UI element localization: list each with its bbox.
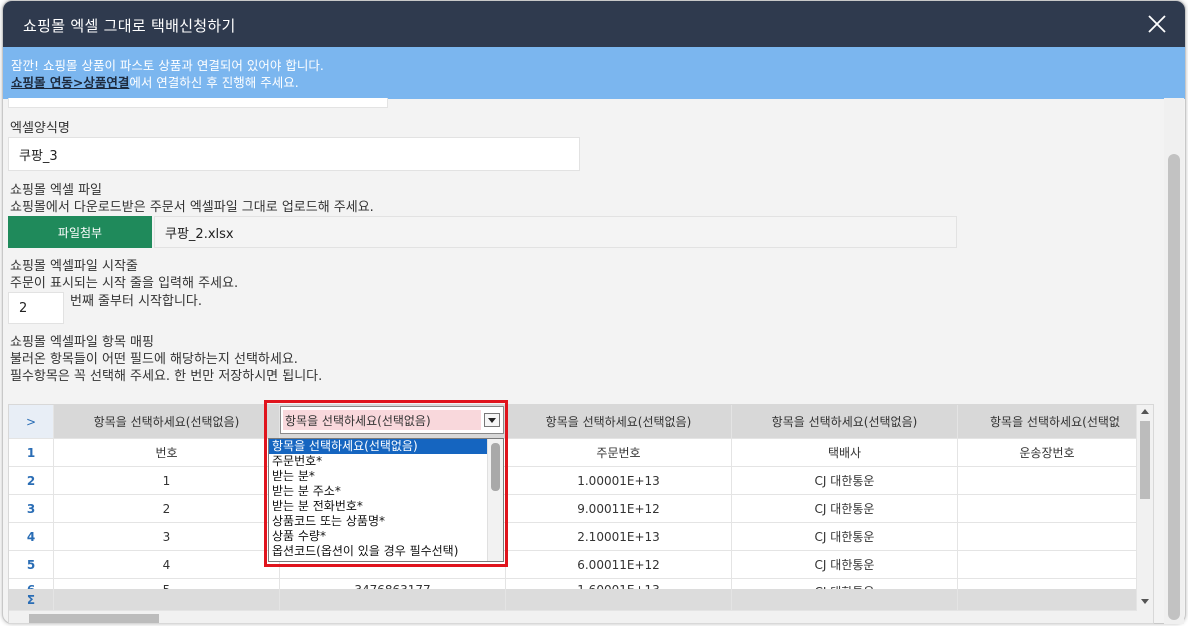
grid-horizontal-scrollbar[interactable] (9, 611, 1153, 623)
notice-line1: 잠깐! 쇼핑몰 상품이 파스토 상품과 연결되어 있어야 합니다. (11, 58, 324, 73)
notice-line2-text: 에서 연결하신 후 진행해 주세요. (129, 75, 299, 90)
mapping-description-1: 불러온 항목들이 어떤 필드에 해당하는지 선택하세요. (10, 352, 298, 367)
table-row: 4 3 2.10001E+13 CJ 대한통운 (9, 523, 1137, 551)
summary-row: Σ (9, 589, 1137, 611)
file-description: 쇼핑몰에서 다운로드받은 주문서 엑셀파일 그대로 업로드해 주세요. (10, 200, 374, 215)
cell: CJ 대한통운 (732, 467, 958, 495)
dropdown-option[interactable]: 항목을 선택하세요(선택없음) (269, 439, 503, 454)
sum-icon: Σ (9, 589, 54, 611)
mapping-description-2: 필수항목은 꼭 선택해 주세요. 한 번만 저장하시면 됩니다. (10, 369, 323, 384)
previous-field-partial (8, 98, 388, 108)
table-row: 2 1 1.00001E+13 CJ 대한통운 (9, 467, 1137, 495)
column-select-3[interactable]: 항목을 선택하세요(선택없음) (506, 405, 732, 439)
scroll-up-icon[interactable] (1141, 409, 1149, 414)
cell (958, 467, 1137, 495)
grid-header-row: > 항목을 선택하세요(선택없음) 항목을 선택하세요(선택없음) 항목을 선택… (9, 405, 1137, 439)
chevron-down-icon[interactable] (484, 413, 500, 427)
close-icon[interactable] (1143, 10, 1171, 38)
attach-file-button[interactable]: 파일첨부 (8, 216, 152, 248)
grid-horizontal-thumb[interactable] (29, 614, 159, 623)
cell: 6.00011E+12 (506, 551, 732, 579)
cell (958, 495, 1137, 523)
row-number: 3 (9, 495, 54, 523)
dialog-title: 쇼핑몰 엑셀 그대로 택배신청하기 (23, 17, 236, 35)
dialog-titlebar: 쇼핑몰 엑셀 그대로 택배신청하기 (3, 1, 1185, 47)
excel-name-label: 엑셀양식명 (10, 121, 70, 136)
dropdown-option[interactable]: 상품 수량* (269, 529, 503, 544)
scroll-down-icon[interactable] (1141, 599, 1149, 604)
dropdown-option[interactable]: 받는 분* (269, 469, 503, 484)
start-row-input[interactable]: 2 (8, 292, 64, 324)
table-row: 3 2 9.00011E+12 CJ 대한통운 (9, 495, 1137, 523)
cell: CJ 대한통운 (732, 523, 958, 551)
notice-line2: 쇼핑몰 연동>상품연결에서 연결하신 후 진행해 주세요. (11, 74, 1177, 91)
mapping-label: 쇼핑몰 엑셀파일 항목 매핑 (10, 335, 154, 350)
cell: 9.00011E+12 (506, 495, 732, 523)
cell: 2 (54, 495, 280, 523)
dropdown-option[interactable]: 주문번호* (269, 454, 503, 469)
notice-banner: 잠깐! 쇼핑몰 상품이 파스토 상품과 연결되어 있어야 합니다. 쇼핑몰 연동… (3, 47, 1185, 99)
start-row-label: 쇼핑몰 엑셀파일 시작줄 (10, 259, 138, 274)
cell: 주문번호 (506, 439, 732, 467)
sum-cell (54, 589, 280, 611)
file-label: 쇼핑몰 엑셀 파일 (10, 183, 102, 198)
grid-vertical-scrollbar[interactable] (1137, 405, 1153, 611)
column-select-1[interactable]: 항목을 선택하세요(선택없음) (54, 405, 280, 439)
excel-name-input[interactable]: 쿠팡_3 (8, 137, 580, 171)
dropdown-scrollbar[interactable] (487, 439, 503, 561)
cell: 1 (54, 467, 280, 495)
cell (958, 523, 1137, 551)
dialog-scrollbar-thumb[interactable] (1168, 154, 1180, 620)
column-select-4[interactable]: 항목을 선택하세요(선택없음) (732, 405, 958, 439)
dropdown-option[interactable]: 상품코드 또는 상품명* (269, 514, 503, 529)
cell: CJ 대한통운 (732, 551, 958, 579)
dropdown-scrollbar-thumb[interactable] (491, 443, 500, 491)
table-row: 5 4 6.00011E+12 CJ 대한통운 (9, 551, 1137, 579)
dropdown-current-value: 항목을 선택하세요(선택없음) (283, 410, 481, 430)
file-name-field: 쿠팡_2.xlsx (154, 216, 957, 248)
column-select-dropdown[interactable]: 항목을 선택하세요(선택없음) (280, 406, 504, 434)
cell: 1.00001E+13 (506, 467, 732, 495)
dropdown-option[interactable]: 옵션코드(옵션이 있을 경우 필수선택) (269, 544, 503, 559)
dropdown-option[interactable]: 받는 분 주소* (269, 484, 503, 499)
cell: 4 (54, 551, 280, 579)
cell: 택배사 (732, 439, 958, 467)
cell: 2.10001E+13 (506, 523, 732, 551)
expand-icon[interactable]: > (9, 405, 54, 439)
sum-cell (732, 589, 958, 611)
dropdown-option[interactable]: 받는 분 전화번호* (269, 499, 503, 514)
product-link[interactable]: 쇼핑몰 연동>상품연결 (11, 75, 129, 90)
dialog-scrollbar[interactable] (1164, 98, 1184, 624)
start-row-description: 주문이 표시되는 시작 줄을 입력해 주세요. (10, 276, 239, 291)
cell: 운송장번호 (958, 439, 1137, 467)
row-number: 5 (9, 551, 54, 579)
grid-vertical-thumb[interactable] (1140, 421, 1150, 499)
cell: CJ 대한통운 (732, 495, 958, 523)
table-row: 1 번호 주문번호 택배사 운송장번호 (9, 439, 1137, 467)
mapping-grid: > 항목을 선택하세요(선택없음) 항목을 선택하세요(선택없음) 항목을 선택… (8, 404, 1154, 624)
cell: 번호 (54, 439, 280, 467)
cell: 3 (54, 523, 280, 551)
start-row-suffix: 번째 줄부터 시작합니다. (70, 294, 202, 309)
cell (958, 551, 1137, 579)
row-number: 1 (9, 439, 54, 467)
sum-cell (958, 589, 1137, 611)
dropdown-options-list[interactable]: 항목을 선택하세요(선택없음) 주문번호* 받는 분* 받는 분 주소* 받는 … (268, 438, 504, 562)
row-number: 4 (9, 523, 54, 551)
column-select-5[interactable]: 항목을 선택하세요(선택없 (958, 405, 1137, 439)
sum-cell (506, 589, 732, 611)
sum-cell (280, 589, 506, 611)
row-number: 2 (9, 467, 54, 495)
